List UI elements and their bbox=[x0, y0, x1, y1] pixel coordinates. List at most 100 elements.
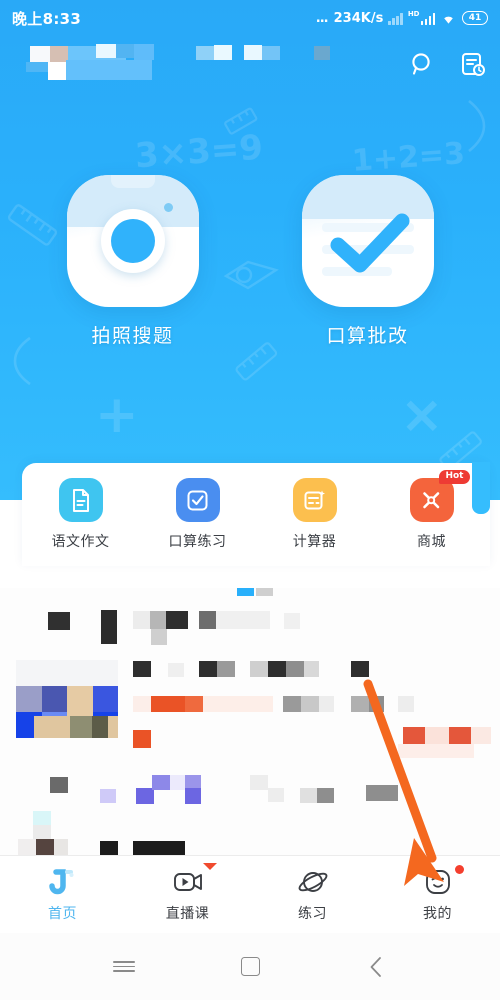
history-document-icon[interactable] bbox=[458, 50, 486, 78]
censor-block bbox=[301, 696, 319, 712]
censor-block bbox=[425, 727, 449, 744]
censor-block bbox=[471, 727, 491, 744]
censor-block bbox=[403, 727, 425, 744]
pager-dot[interactable] bbox=[256, 588, 273, 596]
watermark-plus: + bbox=[95, 385, 139, 445]
censor-block bbox=[366, 785, 398, 801]
signal-icon bbox=[388, 12, 403, 25]
calculator-icon bbox=[292, 478, 337, 522]
censor-block bbox=[284, 613, 300, 629]
tab-practice-label: 练习 bbox=[298, 906, 327, 922]
card-edge-notch bbox=[472, 462, 490, 514]
app-bar bbox=[0, 38, 500, 90]
tab-live-class-label: 直播课 bbox=[165, 906, 210, 922]
shortcut-chinese-essay-label: 语文作文 bbox=[51, 534, 110, 550]
censor-block bbox=[300, 788, 317, 803]
tab-mine[interactable]: 我的 bbox=[375, 865, 500, 923]
censor-block bbox=[185, 788, 201, 804]
chevron-left-icon[interactable] bbox=[363, 954, 389, 980]
censor-block bbox=[250, 661, 268, 677]
bottom-tab-bar: 首页 直播课 练习 我的 bbox=[0, 855, 500, 933]
censor-block bbox=[133, 661, 151, 677]
shortcut-card: 语文作文 口算练习 计算器 Hot 商城 bbox=[22, 463, 490, 566]
censor-block bbox=[398, 744, 474, 758]
censor-block bbox=[92, 716, 108, 738]
tab-home-label: 首页 bbox=[48, 906, 77, 922]
watermark-times: × bbox=[400, 385, 444, 445]
live-badge bbox=[202, 863, 217, 870]
carousel-pager[interactable] bbox=[237, 588, 273, 596]
censor-block bbox=[286, 661, 304, 677]
hot-badge: Hot bbox=[439, 470, 470, 484]
entry-photo-search-label: 拍照搜题 bbox=[91, 325, 174, 347]
shortcut-mall-label: 商城 bbox=[417, 534, 446, 550]
signal-2-icon bbox=[420, 12, 435, 25]
censor-block bbox=[152, 775, 170, 790]
censor-block bbox=[33, 811, 51, 825]
check-mark-icon bbox=[301, 175, 434, 307]
checkbox-icon bbox=[175, 478, 220, 522]
censor-block bbox=[304, 661, 319, 677]
network-speed-label: 234K/s bbox=[333, 10, 384, 26]
censor-block bbox=[168, 663, 184, 677]
censor-block bbox=[185, 696, 203, 712]
pager-dot-active[interactable] bbox=[237, 588, 254, 596]
hd-icon: HD bbox=[407, 10, 420, 18]
shortcut-chinese-essay[interactable]: 语文作文 bbox=[22, 478, 139, 551]
censor-block bbox=[351, 696, 369, 712]
bracket-2-icon bbox=[468, 99, 486, 153]
battery-icon: 41 bbox=[462, 11, 488, 25]
entry-photo-search[interactable]: 拍照搜题 bbox=[60, 175, 205, 348]
camera-icon bbox=[66, 175, 199, 307]
censor-block bbox=[48, 612, 70, 630]
censor-block bbox=[369, 696, 384, 712]
shortcut-math-practice[interactable]: 口算练习 bbox=[139, 478, 256, 551]
app-bar-actions bbox=[408, 50, 486, 78]
live-video-icon bbox=[172, 863, 217, 898]
censor-block bbox=[100, 841, 118, 855]
tab-practice[interactable]: 练习 bbox=[250, 866, 375, 923]
search-icon[interactable] bbox=[408, 50, 436, 78]
home-icon bbox=[47, 866, 79, 898]
censor-block bbox=[166, 611, 188, 629]
square-icon[interactable] bbox=[237, 954, 263, 980]
status-bar: 晚上8:33 ... 234K/s HD 41 bbox=[0, 0, 500, 36]
scissors-icon: Hot bbox=[409, 470, 470, 522]
tab-home[interactable]: 首页 bbox=[0, 866, 125, 923]
entry-math-check-label: 口算批改 bbox=[326, 325, 409, 347]
app-bar-title-censored[interactable] bbox=[14, 42, 330, 86]
content-feed-censored[interactable] bbox=[0, 575, 500, 855]
tab-live-class[interactable]: 直播课 bbox=[125, 863, 250, 923]
censor-block bbox=[217, 661, 235, 677]
status-time: 晚上8:33 bbox=[12, 9, 82, 28]
pencil-2-icon bbox=[224, 107, 258, 135]
planet-icon bbox=[297, 866, 329, 898]
smiley-face-icon bbox=[422, 865, 464, 898]
censor-block bbox=[70, 716, 92, 738]
censor-block bbox=[108, 716, 118, 738]
shortcut-calculator[interactable]: 计算器 bbox=[256, 478, 373, 551]
censor-block bbox=[317, 788, 334, 803]
censor-block bbox=[216, 611, 270, 629]
censor-block bbox=[268, 661, 286, 677]
censor-block bbox=[100, 789, 116, 803]
censor-block bbox=[101, 610, 117, 644]
entry-math-check[interactable]: 口算批改 bbox=[295, 175, 440, 348]
shortcut-math-practice-label: 口算练习 bbox=[168, 534, 227, 550]
censor-block bbox=[351, 661, 369, 677]
censor-block bbox=[250, 775, 268, 790]
menu-lines-icon[interactable] bbox=[111, 954, 137, 980]
hero-entries: 拍照搜题 口算批改 bbox=[0, 175, 500, 348]
censor-block bbox=[449, 727, 471, 744]
censor-block bbox=[33, 825, 51, 839]
censor-block bbox=[133, 730, 151, 748]
phone-screen: 3×3=9 1+2=3 + × 晚上8:33 ... 234K/s HD 41 … bbox=[0, 0, 500, 1000]
censor-block bbox=[398, 696, 414, 712]
censor-block bbox=[203, 696, 273, 712]
censor-block bbox=[151, 629, 167, 645]
censor-block bbox=[151, 696, 185, 712]
battery-level: 41 bbox=[468, 13, 482, 23]
censor-block bbox=[319, 696, 334, 712]
status-indicators: ... 234K/s HD 41 bbox=[316, 11, 488, 26]
censor-block bbox=[34, 716, 70, 738]
